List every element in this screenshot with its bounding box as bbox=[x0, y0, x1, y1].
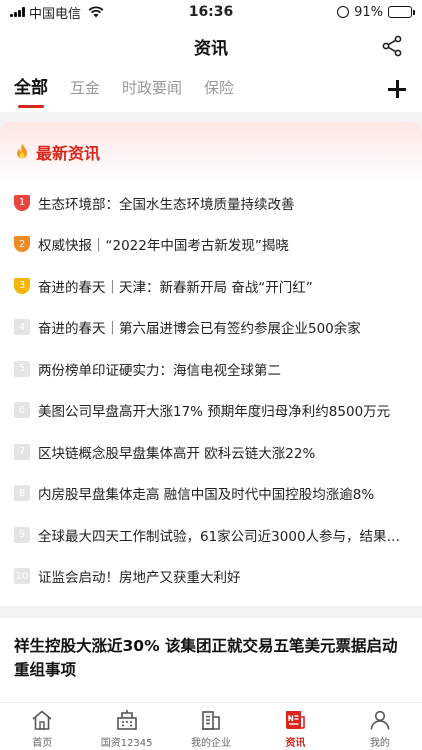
rank-badge: 5 bbox=[14, 360, 30, 377]
building-icon bbox=[116, 710, 137, 730]
news-headline: 证监会启动！房地产又获重大利好 bbox=[38, 570, 241, 587]
news-item[interactable]: 10 证监会启动！房地产又获重大利好 bbox=[14, 556, 408, 598]
share-icon[interactable] bbox=[380, 34, 404, 58]
tabbar-news[interactable]: 资讯 bbox=[253, 703, 337, 750]
tabbar-my-company[interactable]: 我的企业 bbox=[169, 703, 253, 750]
news-item[interactable]: 7 区块链概念股早盘集体高开 欧科云链大涨22% bbox=[14, 431, 408, 473]
tab-fintech[interactable]: 互金 bbox=[70, 68, 100, 112]
flame-icon bbox=[17, 144, 27, 159]
rotation-lock-icon bbox=[337, 6, 350, 18]
article-title: 祥生控股大涨近30% 该集团正就交易五笔美元票据启动重组事项 bbox=[14, 637, 398, 679]
news-headline: 两份榜单印证硬实力：海信电视全球第二 bbox=[38, 362, 281, 379]
category-tabs: 全部 互金 时政要闻 保险 bbox=[0, 68, 422, 112]
rank-badge: 6 bbox=[14, 402, 30, 419]
tabbar-guozi-label: 国资12345 bbox=[100, 738, 153, 749]
latest-news-header: 最新资讯 bbox=[0, 122, 422, 182]
user-icon bbox=[370, 710, 390, 730]
news-headline: 权威快报｜“2022年中国考古新发现”揭晓 bbox=[38, 238, 289, 255]
home-icon bbox=[32, 710, 52, 730]
rank-badge: 10 bbox=[14, 568, 30, 585]
signal-icon bbox=[10, 7, 25, 17]
article-card[interactable]: 祥生控股大涨近30% 该集团正就交易五笔美元票据启动重组事项 bbox=[0, 618, 422, 702]
news-item[interactable]: 8 内房股早盘集体走高 融信中国及时代中国控股均涨逾8% bbox=[14, 473, 408, 515]
news-item[interactable]: 5 两份榜单印证硬实力：海信电视全球第二 bbox=[14, 348, 408, 390]
page-title: 资讯 bbox=[194, 38, 228, 59]
battery-percent: 91% bbox=[354, 4, 383, 20]
news-headline: 奋进的春天｜天津：新春新开局 奋战“开门红” bbox=[38, 279, 313, 296]
rank-badge: 7 bbox=[14, 443, 30, 460]
nav-bar: 资讯 bbox=[0, 24, 422, 68]
tab-insurance[interactable]: 保险 bbox=[204, 68, 234, 112]
news-headline: 美图公司早盘高开大涨17% 预期年度归母净利约8500万元 bbox=[38, 404, 391, 421]
status-right: 91% bbox=[272, 4, 415, 20]
news-item[interactable]: 2 权威快报｜“2022年中国考古新发现”揭晓 bbox=[14, 224, 408, 266]
rank-badge: 9 bbox=[14, 526, 30, 543]
status-bar: 中国电信 16:36 91% bbox=[0, 0, 422, 24]
tabbar-guozi[interactable]: 国资12345 bbox=[84, 703, 168, 750]
news-headline: 内房股早盘集体走高 融信中国及时代中国控股均涨逾8% bbox=[38, 487, 375, 504]
tab-all[interactable]: 全部 bbox=[14, 68, 48, 112]
news-headline: 生态环境部：全国水生态环境质量持续改善 bbox=[38, 196, 295, 213]
news-item[interactable]: 6 美图公司早盘高开大涨17% 预期年度归母净利约8500万元 bbox=[14, 390, 408, 432]
wifi-icon bbox=[88, 6, 104, 18]
status-left: 中国电信 bbox=[10, 3, 150, 22]
news-list: 1 生态环境部：全国水生态环境质量持续改善 2 权威快报｜“2022年中国考古新发现… bbox=[0, 182, 422, 597]
news-headline: 奋进的春天｜第六届进博会已有签约参展企业500余家 bbox=[38, 321, 361, 338]
news-item[interactable]: 3 奋进的春天｜天津：新春新开局 奋战“开门红” bbox=[14, 265, 408, 307]
news-item[interactable]: 4 奋进的春天｜第六届进博会已有签约参展企业500余家 bbox=[14, 307, 408, 349]
news-headline: 区块链概念股早盘集体高开 欧科云链大涨22% bbox=[38, 445, 316, 462]
tabbar-my-company-label: 我的企业 bbox=[191, 738, 232, 749]
tab-politics[interactable]: 时政要闻 bbox=[122, 68, 182, 112]
rank-badge: 4 bbox=[14, 319, 30, 336]
rank-badge: 3 bbox=[14, 277, 30, 294]
add-tab-icon[interactable] bbox=[386, 78, 408, 100]
rank-badge: 1 bbox=[14, 194, 30, 211]
rank-badge: 2 bbox=[14, 236, 30, 253]
tabbar-home[interactable]: 首页 bbox=[0, 703, 84, 750]
carrier-label: 中国电信 bbox=[29, 6, 82, 22]
tabbar-mine[interactable]: 我的 bbox=[338, 703, 422, 750]
battery-icon bbox=[388, 6, 415, 18]
tabbar-news-label: 资讯 bbox=[285, 738, 306, 749]
news-item[interactable]: 1 生态环境部：全国水生态环境质量持续改善 bbox=[14, 182, 408, 224]
latest-news-card: 最新资讯 1 生态环境部：全国水生态环境质量持续改善 2 权威快报｜“2022年中国… bbox=[0, 122, 422, 606]
tabbar-mine-label: 我的 bbox=[369, 738, 390, 749]
rank-badge: 8 bbox=[14, 485, 30, 502]
latest-news-title: 最新资讯 bbox=[36, 144, 101, 163]
bottom-tab-bar: 首页 国资12345 我的企业 资讯 我的 bbox=[0, 702, 422, 750]
tabbar-home-label: 首页 bbox=[32, 738, 53, 749]
news-item[interactable]: 9 全球最大四天工作制试验，61家公司近3000人参与，结果如何 bbox=[14, 514, 408, 556]
company-icon bbox=[202, 711, 220, 730]
news-headline: 全球最大四天工作制试验，61家公司近3000人参与，结果如何 bbox=[38, 528, 408, 545]
newspaper-icon bbox=[286, 711, 306, 729]
status-time: 16:36 bbox=[188, 4, 234, 20]
